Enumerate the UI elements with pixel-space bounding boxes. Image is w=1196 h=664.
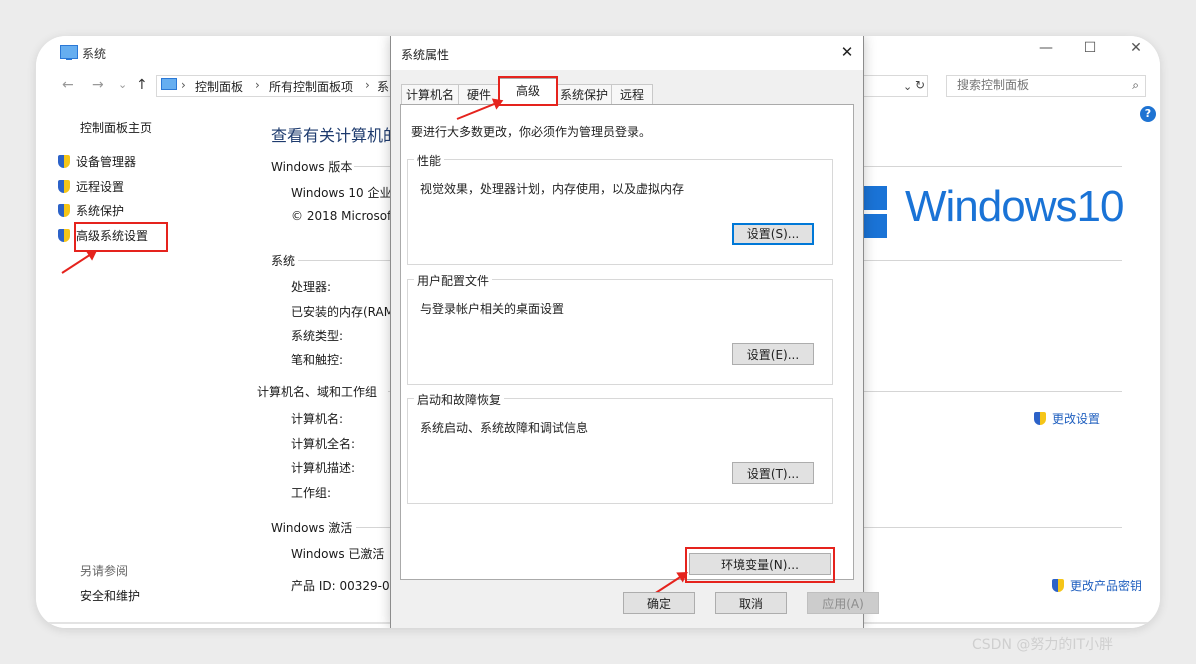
processor-label: 处理器: <box>291 280 332 294</box>
link-label: 设备管理器 <box>76 155 137 169</box>
tab-system-protection[interactable]: 系统保护 <box>556 84 612 105</box>
forward-arrow-icon[interactable]: → <box>92 77 104 93</box>
annotation-arrow-icon <box>61 250 97 274</box>
dialog-close-icon[interactable]: ✕ <box>837 42 857 62</box>
breadcrumb-all-items[interactable]: 所有控制面板项 <box>269 78 353 95</box>
installed-ram-label: 已安装的内存(RAM <box>291 305 395 319</box>
system-section-title: 系统 <box>271 254 296 268</box>
change-settings-link[interactable]: 更改设置 <box>1034 410 1100 427</box>
close-button[interactable]: ✕ <box>1124 40 1148 56</box>
breadcrumb-system[interactable]: 系 <box>377 78 389 95</box>
refresh-icon[interactable]: ↻ <box>915 78 925 92</box>
full-computer-name-label: 计算机全名: <box>291 437 356 451</box>
breadcrumb-control-panel[interactable]: 控制面板 <box>195 78 243 95</box>
maximize-button[interactable]: ☐ <box>1078 40 1102 56</box>
change-product-key-link[interactable]: 更改产品密钥 <box>1052 577 1142 594</box>
minimize-button[interactable]: — <box>1034 40 1058 56</box>
activation-section-title: Windows 激活 <box>271 521 353 535</box>
group-description: 与登录帐户相关的桌面设置 <box>420 302 565 316</box>
breadcrumb-separator-icon: › <box>365 78 370 92</box>
control-panel-home-link[interactable]: 控制面板主页 <box>80 119 152 136</box>
workgroup-label: 工作组: <box>291 486 332 500</box>
window-title: 系统 <box>82 47 107 61</box>
highlight-box <box>498 76 558 106</box>
group-description: 系统启动、系统故障和调试信息 <box>420 421 589 435</box>
computer-section-title: 计算机名、域和工作组 <box>257 385 378 399</box>
group-title: 用户配置文件 <box>414 272 493 289</box>
up-arrow-icon[interactable]: ↑ <box>136 77 148 93</box>
computer-description-label: 计算机描述: <box>291 461 356 475</box>
pen-touch-label: 笔和触控: <box>291 353 344 367</box>
cancel-button[interactable]: 取消 <box>715 592 787 614</box>
link-label: 更改产品密钥 <box>1070 579 1143 593</box>
shield-icon <box>1052 579 1064 592</box>
control-panel-icon <box>161 78 177 90</box>
system-protection-link[interactable]: 系统保护 <box>58 202 124 219</box>
chevron-down-icon[interactable]: ⌄ <box>903 80 912 93</box>
tab-computer-name[interactable]: 计算机名 <box>401 84 459 105</box>
edition-section-title: Windows 版本 <box>271 160 353 174</box>
performance-group: 性能 视觉效果，处理器计划，内存使用，以及虚拟内存 设置(S)... <box>407 152 833 265</box>
startup-recovery-group: 启动和故障恢复 系统启动、系统故障和调试信息 设置(T)... <box>407 391 833 504</box>
product-id: 产品 ID: 00329-00 <box>291 579 398 593</box>
remote-settings-link[interactable]: 远程设置 <box>58 178 124 195</box>
link-label: 系统保护 <box>76 204 125 218</box>
search-box: ⌕ <box>946 75 1146 97</box>
dialog-title: 系统属性 <box>401 48 450 62</box>
group-title: 启动和故障恢复 <box>414 391 505 408</box>
device-manager-link[interactable]: 设备管理器 <box>58 153 136 170</box>
advanced-tab-panel: 要进行大多数更改，你必须作为管理员登录。 性能 视觉效果，处理器计划，内存使用，… <box>400 104 854 597</box>
copyright-value: © 2018 Microsof <box>291 209 392 223</box>
shield-icon <box>58 155 70 168</box>
shield-icon <box>58 180 70 193</box>
search-icon[interactable]: ⌕ <box>1132 78 1139 93</box>
tab-remote[interactable]: 远程 <box>611 84 653 105</box>
user-profiles-group: 用户配置文件 与登录帐户相关的桌面设置 设置(E)... <box>407 272 833 385</box>
watermark: CSDN @努力的IT小胖 <box>972 637 1114 653</box>
edition-value: Windows 10 企业 <box>291 186 392 200</box>
startup-recovery-settings-button[interactable]: 设置(T)... <box>732 462 814 484</box>
activation-status: Windows 已激活 <box>291 547 385 561</box>
highlight-box <box>685 547 835 583</box>
computer-name-label: 计算机名: <box>291 412 344 426</box>
dialog-title-bar: 系统属性 ✕ <box>391 36 863 70</box>
shield-icon <box>58 229 70 242</box>
back-arrow-icon[interactable]: ← <box>62 77 74 93</box>
admin-hint: 要进行大多数更改，你必须作为管理员登录。 <box>411 125 652 139</box>
link-label: 更改设置 <box>1052 412 1101 426</box>
search-input[interactable] <box>947 76 1117 94</box>
help-icon[interactable]: ? <box>1140 106 1156 122</box>
ok-button[interactable]: 确定 <box>623 592 695 614</box>
performance-settings-button[interactable]: 设置(S)... <box>732 223 814 245</box>
security-maintenance-link[interactable]: 安全和维护 <box>80 587 140 604</box>
apply-button[interactable]: 应用(A) <box>807 592 879 614</box>
shield-icon <box>58 204 70 217</box>
screenshot-frame: 系统 — ☐ ✕ ← → ⌄ ↑ › 控制面板 › 所有控制面板项 › 系 ⌄ … <box>36 36 1160 628</box>
page-title: 查看有关计算机的 <box>271 126 400 145</box>
logo-pane <box>861 214 887 238</box>
breadcrumb-separator-icon: › <box>181 78 186 92</box>
user-profiles-settings-button[interactable]: 设置(E)... <box>732 343 814 365</box>
shield-icon <box>1034 412 1046 425</box>
system-properties-dialog: 系统属性 ✕ 计算机名 硬件 高级 系统保护 远程 要进行大多数更改，你必须作为… <box>390 36 879 628</box>
windows10-wordmark: Windows10 <box>905 182 1124 231</box>
group-description: 视觉效果，处理器计划，内存使用，以及虚拟内存 <box>420 182 685 196</box>
breadcrumb-separator-icon: › <box>255 78 260 92</box>
recent-locations-icon[interactable]: ⌄ <box>118 78 127 91</box>
see-also-title: 另请参阅 <box>80 564 129 578</box>
link-label: 远程设置 <box>76 180 125 194</box>
logo-pane <box>861 186 887 210</box>
group-title: 性能 <box>414 152 445 169</box>
system-type-label: 系统类型: <box>291 329 344 343</box>
computer-icon <box>60 45 78 60</box>
